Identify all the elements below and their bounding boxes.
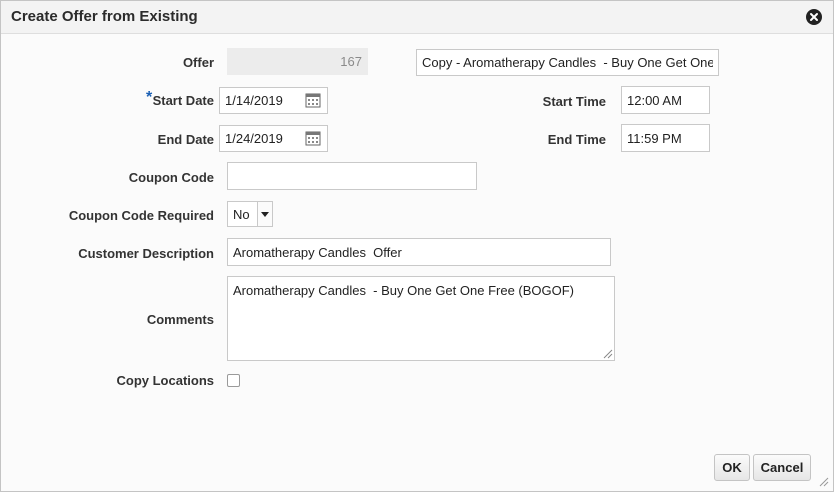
- copy-locations-label: Copy Locations: [116, 373, 214, 388]
- dialog-resize-grip-icon[interactable]: [817, 475, 829, 487]
- start-date-label: Start Date: [152, 93, 214, 108]
- ok-button[interactable]: OK: [714, 454, 750, 481]
- end-date-label: End Date: [157, 132, 214, 147]
- coupon-code-field[interactable]: [227, 162, 477, 190]
- customer-description-label: Customer Description: [78, 246, 214, 261]
- customer-description-field[interactable]: [227, 238, 611, 266]
- required-marker: *: [146, 89, 153, 106]
- offer-id-field: [227, 48, 368, 75]
- coupon-code-required-label: Coupon Code Required: [68, 208, 214, 223]
- dialog-title: Create Offer from Existing: [11, 8, 198, 25]
- end-time-field[interactable]: [621, 124, 710, 152]
- calendar-icon[interactable]: [305, 130, 321, 146]
- comments-label: Comments: [146, 312, 214, 327]
- resize-grip-icon[interactable]: [601, 347, 613, 359]
- offer-name-field[interactable]: [416, 49, 719, 76]
- dropdown-button[interactable]: [257, 202, 272, 226]
- coupon-code-label: Coupon Code: [128, 170, 214, 185]
- dialog-titlebar: Create Offer from Existing: [1, 1, 833, 34]
- close-icon[interactable]: [806, 9, 822, 25]
- chevron-down-icon: [261, 212, 269, 217]
- comments-textarea[interactable]: Aromatherapy Candles - Buy One Get One F…: [227, 276, 615, 361]
- select-value: No: [233, 207, 250, 222]
- calendar-icon[interactable]: [305, 92, 321, 108]
- cancel-button[interactable]: Cancel: [753, 454, 811, 481]
- copy-locations-checkbox[interactable]: [227, 374, 240, 387]
- start-time-field[interactable]: [621, 86, 710, 114]
- start-time-label: Start Time: [542, 94, 606, 109]
- create-offer-dialog: Create Offer from Existing Offer * Start…: [0, 0, 834, 492]
- coupon-code-required-select[interactable]: No: [227, 201, 273, 227]
- end-time-label: End Time: [547, 132, 606, 147]
- offer-label: Offer: [182, 55, 214, 70]
